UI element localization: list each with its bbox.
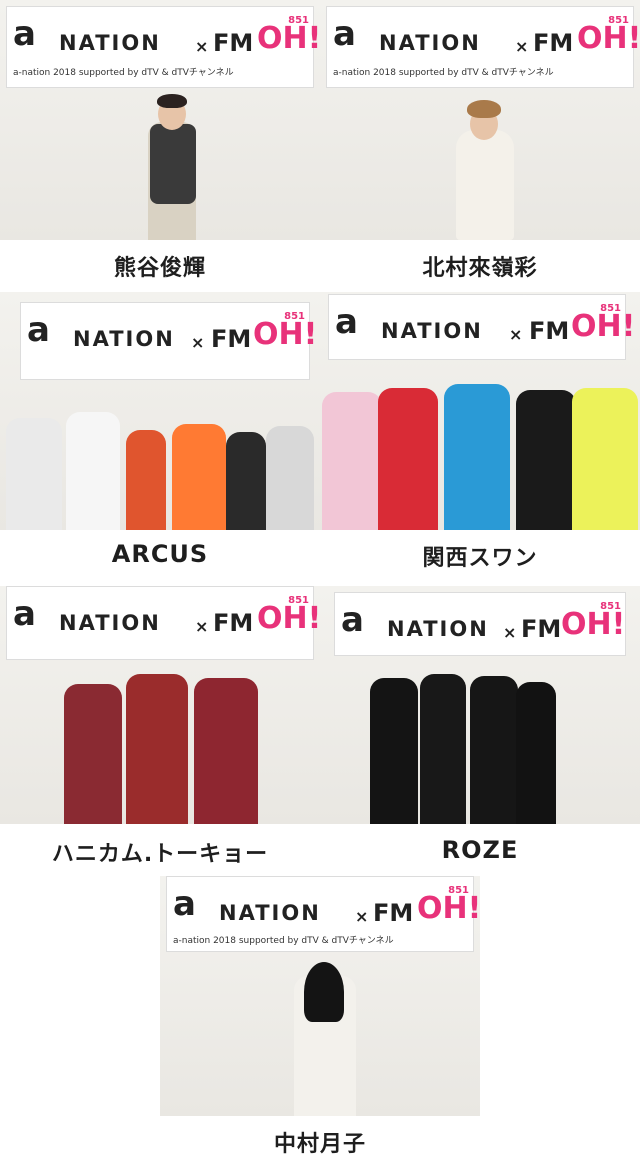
photo-caption: 中村月子 bbox=[273, 1132, 366, 1157]
person-torso bbox=[150, 124, 196, 204]
person-figure bbox=[172, 424, 226, 530]
person-figure bbox=[444, 384, 510, 530]
collab-times: × bbox=[509, 325, 523, 344]
person-figure bbox=[420, 674, 466, 824]
banner-subtitle: a-nation 2018 supported by dTV & dTVチャンネ… bbox=[333, 68, 554, 78]
person-figure bbox=[126, 430, 166, 530]
frequency-label: 851 bbox=[284, 311, 305, 322]
person-hair bbox=[304, 962, 344, 1022]
photo-caption: 北村來嶺彩 bbox=[422, 256, 538, 281]
a-nation-logo: a bbox=[341, 600, 364, 640]
event-banner: a NATION × FM OH! 851 a-nation 2018 supp… bbox=[6, 6, 320, 88]
oh-wordmark: OH! bbox=[577, 21, 640, 56]
a-nation-logo: a bbox=[13, 594, 36, 634]
a-nation-logo: a bbox=[13, 14, 36, 54]
collab-times: × bbox=[195, 617, 209, 636]
fm-wordmark: FM bbox=[533, 29, 574, 57]
person-figure bbox=[322, 392, 382, 530]
event-banner: a NATION × FM OH! 851 bbox=[6, 586, 320, 660]
nation-wordmark: NATION bbox=[59, 611, 161, 635]
nation-wordmark: NATION bbox=[219, 901, 321, 925]
oh-wordmark: OH! bbox=[253, 317, 318, 352]
frequency-label: 851 bbox=[448, 885, 469, 896]
a-nation-logo: a bbox=[173, 884, 196, 924]
fm-wordmark: FM bbox=[373, 899, 414, 927]
frequency-label: 851 bbox=[600, 303, 621, 314]
person-figure bbox=[226, 432, 266, 530]
person-figure bbox=[378, 388, 438, 530]
event-banner: a NATION × FM OH! 851 a-nation 2018 supp… bbox=[166, 876, 480, 952]
fm-wordmark: FM bbox=[211, 325, 252, 353]
nation-wordmark: NATION bbox=[59, 31, 161, 55]
fm-wordmark: FM bbox=[213, 29, 254, 57]
collab-times: × bbox=[503, 623, 517, 642]
fm-wordmark: FM bbox=[529, 317, 570, 345]
person-hair bbox=[157, 94, 187, 108]
a-nation-logo: a bbox=[333, 14, 356, 54]
person-figure bbox=[66, 412, 120, 530]
collab-times: × bbox=[191, 333, 205, 352]
banner-subtitle: a-nation 2018 supported by dTV & dTVチャンネ… bbox=[13, 68, 234, 78]
person-figure bbox=[470, 676, 518, 824]
fm-wordmark: FM bbox=[213, 609, 254, 637]
fm-wordmark: FM bbox=[521, 615, 562, 643]
person-hair bbox=[467, 100, 501, 118]
frequency-label: 851 bbox=[608, 15, 629, 26]
collab-times: × bbox=[515, 37, 529, 56]
photo-nakamura: a NATION × FM OH! 851 a-nation 2018 supp… bbox=[160, 876, 480, 1116]
frequency-label: 851 bbox=[600, 601, 621, 612]
photo-kumagai: a NATION × FM OH! 851 a-nation 2018 supp… bbox=[0, 0, 320, 240]
event-banner: a NATION × FM OH! 851 bbox=[328, 294, 635, 360]
person-figure bbox=[456, 130, 514, 240]
oh-wordmark: OH! bbox=[561, 607, 626, 642]
oh-wordmark: OH! bbox=[257, 21, 320, 56]
nation-wordmark: NATION bbox=[379, 31, 481, 55]
photo-roze: a NATION × FM OH! 851 bbox=[320, 586, 640, 824]
photo-caption: 関西スワン bbox=[422, 546, 538, 571]
person-figure bbox=[370, 678, 418, 824]
person-figure bbox=[572, 388, 638, 530]
collab-times: × bbox=[195, 37, 209, 56]
photo-caption: ROZE bbox=[441, 836, 519, 864]
event-banner: a NATION × FM OH! 851 a-nation 2018 supp… bbox=[326, 6, 640, 88]
person-figure bbox=[516, 390, 576, 530]
a-nation-logo: a bbox=[27, 310, 50, 350]
photo-honeycomb-tokyo: a NATION × FM OH! 851 bbox=[0, 586, 320, 824]
frequency-label: 851 bbox=[288, 595, 309, 606]
oh-wordmark: OH! bbox=[571, 309, 636, 344]
collab-times: × bbox=[355, 907, 369, 926]
event-banner: a NATION × FM OH! 851 bbox=[20, 302, 317, 380]
frequency-label: 851 bbox=[288, 15, 309, 26]
person-figure bbox=[266, 426, 314, 530]
photo-kansai-swan: a NATION × FM OH! 851 bbox=[320, 292, 640, 530]
photo-caption: 熊谷俊輝 bbox=[113, 256, 206, 281]
a-nation-logo: a bbox=[335, 302, 358, 342]
photo-caption: ハニカム.トーキョー bbox=[51, 842, 269, 867]
photo-caption: ARCUS bbox=[111, 540, 209, 568]
oh-wordmark: OH! bbox=[257, 601, 320, 636]
photo-kitamura: a NATION × FM OH! 851 a-nation 2018 supp… bbox=[320, 0, 640, 240]
person-figure bbox=[6, 418, 62, 530]
person-figure bbox=[64, 684, 122, 824]
banner-subtitle: a-nation 2018 supported by dTV & dTVチャンネ… bbox=[173, 936, 394, 946]
oh-wordmark: OH! bbox=[417, 891, 480, 926]
person-figure bbox=[516, 682, 556, 824]
photo-arcus: a NATION × FM OH! 851 bbox=[0, 292, 320, 530]
person-figure bbox=[194, 678, 258, 824]
nation-wordmark: NATION bbox=[73, 327, 175, 351]
nation-wordmark: NATION bbox=[381, 319, 483, 343]
event-banner: a NATION × FM OH! 851 bbox=[334, 592, 626, 656]
person-figure bbox=[126, 674, 188, 824]
nation-wordmark: NATION bbox=[387, 617, 489, 641]
